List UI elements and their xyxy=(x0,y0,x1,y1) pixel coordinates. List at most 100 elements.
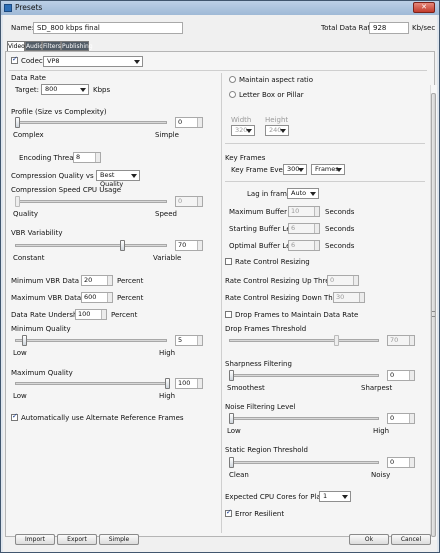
rc-up-value: 0 xyxy=(330,276,335,284)
total-rate-unit: Kb/sec xyxy=(412,24,436,32)
max-quality-spin[interactable]: 100 xyxy=(175,378,203,389)
spin-buttons[interactable] xyxy=(107,276,112,285)
encoding-threads-value: 8 xyxy=(76,153,81,161)
letterbox-label: Letter Box or Pillar xyxy=(239,91,304,99)
spin-buttons[interactable] xyxy=(353,276,358,285)
min-quality-thumb[interactable] xyxy=(22,335,27,346)
spin-buttons[interactable] xyxy=(197,197,202,206)
static-region-spin[interactable]: 0 xyxy=(387,457,415,468)
spin-buttons[interactable] xyxy=(197,379,202,388)
static-region-slider[interactable] xyxy=(229,461,379,464)
export-button[interactable]: Export xyxy=(57,534,97,545)
rc-up-spin[interactable]: 0 xyxy=(327,275,359,286)
optimal-buffer-spin[interactable]: 6 xyxy=(288,240,320,251)
scrollbar-grip-icon xyxy=(432,311,435,317)
tab-publishing[interactable]: Publishing xyxy=(61,41,93,51)
sharpness-value: 0 xyxy=(390,371,395,379)
max-quality-slider[interactable] xyxy=(15,382,167,385)
vbr-slider[interactable] xyxy=(15,244,167,247)
static-region-thumb[interactable] xyxy=(229,457,234,468)
simple-button[interactable]: Simple xyxy=(99,534,139,545)
codec-dropdown[interactable]: VP8 xyxy=(43,56,143,67)
undershoot-spin[interactable]: 100 xyxy=(75,309,107,320)
width-dropdown[interactable]: 320 xyxy=(231,125,255,136)
profile-thumb[interactable] xyxy=(15,117,20,128)
sharpness-slider[interactable] xyxy=(229,374,379,377)
rc-down-spin[interactable]: 30 xyxy=(333,292,365,303)
vbr-max-label: Variable xyxy=(153,254,182,262)
spin-buttons[interactable] xyxy=(409,336,414,345)
cpu-min-label: Quality xyxy=(13,210,39,218)
start-buffer-spin[interactable]: 6 xyxy=(288,223,320,234)
noise-spin[interactable]: 0 xyxy=(387,413,415,424)
noise-thumb[interactable] xyxy=(229,413,234,424)
target-unit: Kbps xyxy=(93,86,111,94)
vbr-spin[interactable]: 70 xyxy=(175,240,203,251)
letterbox-radio[interactable] xyxy=(229,91,236,98)
height-dropdown[interactable]: 240 xyxy=(265,125,289,136)
max-buffer-spin[interactable]: 10 xyxy=(288,206,320,217)
noise-slider[interactable] xyxy=(229,417,379,420)
spin-buttons[interactable] xyxy=(409,371,414,380)
min-vbr-spin[interactable]: 20 xyxy=(81,275,113,286)
compression-quality-dropdown[interactable]: Best Quality xyxy=(96,170,140,188)
spin-buttons[interactable] xyxy=(95,153,100,162)
app-icon xyxy=(4,4,12,12)
max-quality-thumb[interactable] xyxy=(165,378,170,389)
tab-audio[interactable]: Audio xyxy=(25,41,43,51)
error-resilient-checkbox[interactable] xyxy=(225,508,232,517)
drop-threshold-slider[interactable] xyxy=(229,339,379,342)
key-frame-separator xyxy=(225,181,425,182)
spin-buttons[interactable] xyxy=(359,293,364,302)
name-label: Name: xyxy=(11,24,35,32)
max-vbr-spin[interactable]: 600 xyxy=(81,292,113,303)
maintain-aspect-radio[interactable] xyxy=(229,76,236,83)
import-button[interactable]: Import xyxy=(15,534,55,545)
sharpness-min-label: Smoothest xyxy=(227,384,265,392)
codec-checkbox[interactable] xyxy=(11,55,18,64)
spin-buttons[interactable] xyxy=(197,118,202,127)
min-quality-spin[interactable]: 5 xyxy=(175,335,203,346)
tab-filters[interactable]: Filters xyxy=(42,41,61,51)
cancel-button[interactable]: Cancel xyxy=(391,534,431,545)
spin-buttons[interactable] xyxy=(197,336,202,345)
profile-slider[interactable] xyxy=(15,121,167,124)
spin-buttons[interactable] xyxy=(409,414,414,423)
drop-frames-checkbox[interactable] xyxy=(225,311,232,318)
drop-threshold-thumb[interactable] xyxy=(334,335,339,346)
chevron-down-icon xyxy=(310,192,316,196)
key-frame-every-dropdown[interactable]: 300 xyxy=(283,164,307,175)
cpu-usage-slider[interactable] xyxy=(15,200,167,203)
sharpness-thumb[interactable] xyxy=(229,370,234,381)
spin-buttons[interactable] xyxy=(314,207,319,216)
encoding-threads-spin[interactable]: 8 xyxy=(73,152,101,163)
alt-ref-checkbox[interactable] xyxy=(11,412,18,421)
spin-buttons[interactable] xyxy=(101,310,106,319)
spin-buttons[interactable] xyxy=(197,241,202,250)
ok-button[interactable]: Ok xyxy=(349,534,389,545)
cpu-usage-thumb[interactable] xyxy=(15,196,20,207)
cpu-cores-dropdown[interactable]: 1 xyxy=(319,491,351,502)
spin-buttons[interactable] xyxy=(409,458,414,467)
noise-max-label: High xyxy=(373,427,390,435)
tab-video[interactable]: Video xyxy=(7,41,25,51)
lag-dropdown[interactable]: Auto xyxy=(287,188,319,199)
profile-value: 0 xyxy=(178,118,183,126)
vbr-thumb[interactable] xyxy=(120,240,125,251)
key-frame-unit-dropdown[interactable]: Frames xyxy=(311,164,345,175)
target-dropdown[interactable]: 800 xyxy=(41,84,89,95)
profile-spin[interactable]: 0 xyxy=(175,117,203,128)
spin-buttons[interactable] xyxy=(107,293,112,302)
sharpness-label: Sharpness Filtering xyxy=(225,360,292,368)
sharpness-spin[interactable]: 0 xyxy=(387,370,415,381)
drop-threshold-spin[interactable]: 70 xyxy=(387,335,415,346)
rate-control-resizing-checkbox[interactable] xyxy=(225,258,232,265)
max-buffer-value: 10 xyxy=(291,207,300,215)
spin-buttons[interactable] xyxy=(314,224,319,233)
cpu-usage-spin[interactable]: 0 xyxy=(175,196,203,207)
spin-buttons[interactable] xyxy=(314,241,319,250)
min-quality-slider[interactable] xyxy=(15,339,167,342)
close-button[interactable]: ✕ xyxy=(413,2,435,13)
name-input[interactable]: SD_800 kbps final xyxy=(33,22,183,34)
vbr-value: 70 xyxy=(178,241,187,249)
